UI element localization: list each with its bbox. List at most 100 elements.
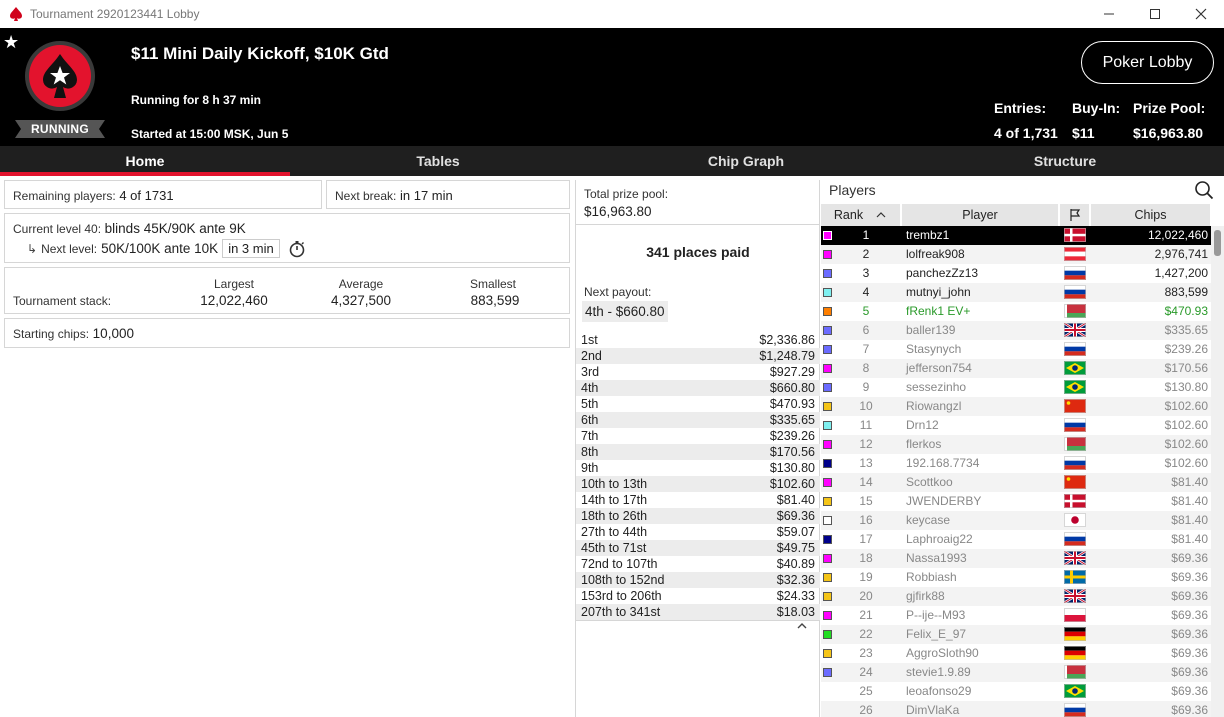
player-note-color-tag[interactable] bbox=[823, 535, 832, 544]
player-list-scrollbar[interactable] bbox=[1211, 226, 1224, 717]
country-flag-icon bbox=[1064, 494, 1086, 508]
payout-amount: $1,248.79 bbox=[759, 349, 815, 363]
player-note-color-tag[interactable] bbox=[823, 383, 832, 392]
running-duration: Running for 8 h 37 min bbox=[131, 93, 262, 107]
player-chips: $102.60 bbox=[1164, 456, 1208, 470]
player-row[interactable]: 20 gjfirk88 $69.36 bbox=[821, 587, 1211, 606]
player-row[interactable]: 22 Felix_E_97 $69.36 bbox=[821, 625, 1211, 644]
maximize-button[interactable] bbox=[1132, 0, 1178, 28]
player-note-color-tag[interactable] bbox=[823, 649, 832, 658]
column-header-rank[interactable]: Rank bbox=[821, 204, 901, 226]
player-note-color-tag[interactable] bbox=[823, 288, 832, 297]
player-note-color-tag[interactable] bbox=[823, 459, 832, 468]
player-name: Robbiash bbox=[906, 570, 957, 584]
country-flag-icon bbox=[1064, 684, 1086, 698]
player-chips: $81.40 bbox=[1171, 475, 1208, 489]
tab-structure[interactable]: Structure bbox=[906, 146, 1224, 176]
player-note-color-tag[interactable] bbox=[823, 250, 832, 259]
player-note-color-tag[interactable] bbox=[823, 421, 832, 430]
player-row[interactable]: 18 Nassa1993 $69.36 bbox=[821, 549, 1211, 568]
minimize-button[interactable] bbox=[1086, 0, 1132, 28]
remaining-players-value: 4 of 1731 bbox=[119, 188, 174, 203]
player-note-color-tag[interactable] bbox=[823, 364, 832, 373]
player-note-color-tag[interactable] bbox=[823, 573, 832, 582]
next-break-label: Next break: bbox=[335, 189, 397, 203]
player-row[interactable]: 12 flerkos $102.60 bbox=[821, 435, 1211, 454]
scrollbar-thumb[interactable] bbox=[1214, 230, 1221, 256]
player-rank: 6 bbox=[862, 323, 870, 337]
player-note-color-tag[interactable] bbox=[823, 668, 832, 677]
player-row[interactable]: 14 Scottkoo $81.40 bbox=[821, 473, 1211, 492]
player-note-color-tag[interactable] bbox=[823, 592, 832, 601]
player-row[interactable]: 16 keycase $81.40 bbox=[821, 511, 1211, 530]
remaining-players-box: Remaining players: 4 of 1731 bbox=[4, 180, 322, 209]
player-row[interactable]: 24 stevie1.9.89 $69.36 bbox=[821, 663, 1211, 682]
player-row[interactable]: 2 lolfreak908 2,976,741 bbox=[821, 245, 1211, 264]
player-note-color-tag[interactable] bbox=[823, 497, 832, 506]
payout-place: 10th to 13th bbox=[581, 477, 648, 491]
column-header-player[interactable]: Player bbox=[902, 204, 1059, 226]
payout-place: 14th to 17th bbox=[581, 493, 648, 507]
player-row[interactable]: 1 trembz1 12,022,460 bbox=[821, 226, 1211, 245]
player-note-color-tag[interactable] bbox=[823, 307, 832, 316]
favorite-star-icon[interactable]: ★ bbox=[3, 32, 19, 53]
tournament-stack-box: Tournament stack: Largest 12,022,460 Ave… bbox=[4, 267, 570, 314]
player-row[interactable]: 25 leoafonso29 $69.36 bbox=[821, 682, 1211, 701]
country-flag-icon bbox=[1064, 228, 1086, 242]
column-header-flag[interactable] bbox=[1060, 204, 1090, 226]
player-note-color-tag[interactable] bbox=[823, 611, 832, 620]
largest-stack-value: 12,022,460 bbox=[200, 293, 268, 308]
player-rank: 4 bbox=[862, 285, 870, 299]
player-rank: 10 bbox=[859, 399, 873, 413]
player-row[interactable]: 4 mutnyi_john 883,599 bbox=[821, 283, 1211, 302]
search-icon[interactable] bbox=[1194, 180, 1214, 200]
player-row[interactable]: 3 panchezZz13 1,427,200 bbox=[821, 264, 1211, 283]
tab-home[interactable]: Home bbox=[0, 146, 290, 176]
payout-row: 6th $335.65 bbox=[576, 412, 820, 428]
player-chips: $69.36 bbox=[1171, 665, 1208, 679]
player-note-color-tag[interactable] bbox=[823, 326, 832, 335]
player-row[interactable]: 21 P--ije--M93 $69.36 bbox=[821, 606, 1211, 625]
player-row[interactable]: 19 Robbiash $69.36 bbox=[821, 568, 1211, 587]
player-row[interactable]: 8 jefferson754 $170.56 bbox=[821, 359, 1211, 378]
player-row[interactable]: 17 Laphroaig22 $81.40 bbox=[821, 530, 1211, 549]
player-row[interactable]: 13 192.168.7734 $102.60 bbox=[821, 454, 1211, 473]
country-flag-icon bbox=[1064, 703, 1086, 717]
player-row[interactable]: 23 AggroSloth90 $69.36 bbox=[821, 644, 1211, 663]
player-row[interactable]: 10 Riowangzl $102.60 bbox=[821, 397, 1211, 416]
country-flag-icon bbox=[1063, 321, 1087, 339]
player-row[interactable]: 9 sessezinho $130.80 bbox=[821, 378, 1211, 397]
player-note-color-tag[interactable] bbox=[823, 345, 832, 354]
player-note-color-tag[interactable] bbox=[823, 440, 832, 449]
current-level-label: Current level 40: bbox=[13, 222, 102, 236]
payout-place: 153rd to 206th bbox=[581, 589, 662, 603]
player-rank: 20 bbox=[859, 589, 873, 603]
player-row[interactable]: 11 Drn12 $102.60 bbox=[821, 416, 1211, 435]
maximize-icon bbox=[1150, 9, 1160, 19]
payout-amount: $239.26 bbox=[769, 429, 815, 443]
player-note-color-tag[interactable] bbox=[823, 478, 832, 487]
player-note-color-tag[interactable] bbox=[823, 402, 832, 411]
player-rank: 11 bbox=[859, 418, 873, 432]
collapse-chevron-up-icon[interactable] bbox=[796, 622, 808, 630]
player-chips: $335.65 bbox=[1164, 323, 1208, 337]
player-row[interactable]: 15 JWENDERBY $81.40 bbox=[821, 492, 1211, 511]
player-chips: 883,599 bbox=[1164, 285, 1208, 299]
tab-tables[interactable]: Tables bbox=[290, 146, 586, 176]
tab-chip-graph[interactable]: Chip Graph bbox=[586, 146, 906, 176]
close-button[interactable] bbox=[1178, 0, 1224, 28]
player-row[interactable]: 26 DimVlaKa $69.36 bbox=[821, 701, 1211, 717]
start-time: Started at 15:00 MSK, Jun 5 bbox=[131, 127, 289, 141]
player-row[interactable]: 7 Stasynych $239.26 bbox=[821, 340, 1211, 359]
poker-lobby-button[interactable]: Poker Lobby bbox=[1081, 41, 1214, 84]
player-note-color-tag[interactable] bbox=[823, 554, 832, 563]
player-note-color-tag[interactable] bbox=[823, 231, 832, 240]
column-header-chips[interactable]: Chips bbox=[1091, 204, 1211, 226]
player-row[interactable]: 5 fRenk1 EV+ $470.93 bbox=[821, 302, 1211, 321]
player-note-color-tag[interactable] bbox=[823, 630, 832, 639]
player-note-color-tag[interactable] bbox=[823, 516, 832, 525]
country-flag-icon bbox=[1063, 587, 1087, 605]
player-note-color-tag[interactable] bbox=[823, 269, 832, 278]
player-row[interactable]: 6 baller139 $335.65 bbox=[821, 321, 1211, 340]
payout-row: 153rd to 206th $24.33 bbox=[576, 588, 820, 604]
